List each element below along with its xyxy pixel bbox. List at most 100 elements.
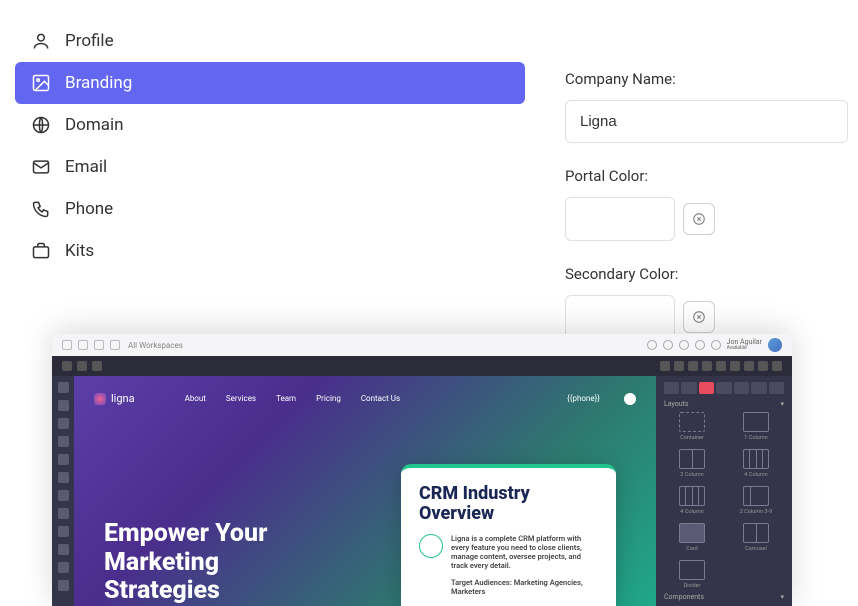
rail-icon[interactable] [58,454,69,465]
tool-icon[interactable] [758,361,768,371]
site-logo[interactable]: ligna [94,392,135,405]
nav-label: Profile [65,31,114,51]
workspace-label[interactable]: All Workspaces [128,341,183,350]
layout-2col-39[interactable]: 2 Column 3-9 [728,486,784,515]
tool-icon[interactable] [674,361,684,371]
clear-secondary-color-button[interactable] [683,301,715,333]
rail-icon[interactable] [58,382,69,393]
nav-link-about[interactable]: About [185,394,206,403]
sidebar-item-email[interactable]: Email [15,146,525,188]
rail-icon[interactable] [58,580,69,591]
tablet-icon[interactable] [77,361,87,371]
clear-portal-color-button[interactable] [683,203,715,235]
sidebar-item-branding[interactable]: Branding [15,62,525,104]
rail-icon[interactable] [58,526,69,537]
layout-card[interactable]: Card [664,523,720,552]
rail-icon[interactable] [58,472,69,483]
portal-color-group: Portal Color: [565,167,848,241]
layout-container[interactable]: Container [664,412,720,441]
sidebar-item-kits[interactable]: Kits [15,230,525,272]
tool-icon[interactable] [772,361,782,371]
portal-color-input[interactable] [565,197,675,241]
nav-link-contact[interactable]: Contact Us [361,394,400,403]
secondary-color-group: Secondary Color: [565,265,848,339]
phone-badge-icon[interactable] [624,393,636,405]
tool-icon[interactable] [660,361,670,371]
image-icon [31,73,51,93]
tb-right-icon[interactable] [647,340,657,350]
left-tool-rail [52,376,74,606]
tb-icon[interactable] [94,340,104,350]
rail-icon[interactable] [58,508,69,519]
nav-label: Kits [65,241,94,261]
nav-label: Phone [65,199,113,219]
phone-placeholder: {{phone}} [567,394,600,403]
briefcase-icon [31,241,51,261]
desktop-icon[interactable] [62,361,72,371]
tool-icon[interactable] [744,361,754,371]
tb-icon[interactable] [62,340,72,350]
company-name-input[interactable] [565,100,848,143]
sidebar-item-phone[interactable]: Phone [15,188,525,230]
rpanel-tab-active[interactable] [699,382,714,394]
nav-link-services[interactable]: Services [226,394,256,403]
rail-icon[interactable] [58,490,69,501]
secondary-color-label: Secondary Color: [565,265,848,283]
layout-4col-b[interactable]: 4 Column [664,486,720,515]
rpanel-tab[interactable] [751,382,766,394]
nav-label: Email [65,157,107,177]
layout-4col[interactable]: 4 Column [728,449,784,478]
rail-icon[interactable] [58,436,69,447]
tb-right-icon[interactable] [663,340,673,350]
rpanel-tabs [664,382,784,394]
logo-text: ligna [111,392,135,405]
tool-icon[interactable] [702,361,712,371]
card-title: CRM Industry Overview [419,484,598,524]
tool-icon[interactable] [716,361,726,371]
mobile-icon[interactable] [92,361,102,371]
sidebar-item-profile[interactable]: Profile [15,20,525,62]
rpanel-tab[interactable] [716,382,731,394]
rpanel-tab[interactable] [734,382,749,394]
company-name-label: Company Name: [565,70,848,88]
components-label: Components▾ [664,593,784,601]
rpanel-tab[interactable] [769,382,784,394]
layout-carousel[interactable]: Carousel [728,523,784,552]
secondary-color-input[interactable] [565,295,675,339]
company-name-group: Company Name: [565,70,848,143]
nav-link-team[interactable]: Team [276,394,296,403]
avatar[interactable] [768,338,782,352]
card-target: Target Audiences: Marketing Agencies, Ma… [451,578,598,596]
form-panel: Company Name: Portal Color: Secondary Co… [565,20,858,363]
rpanel-tab[interactable] [681,382,696,394]
layouts-label: Layouts▾ [664,400,784,408]
hero-line2: Marketing [104,549,267,578]
globe-icon [31,115,51,135]
layout-2col[interactable]: 2 Column [664,449,720,478]
rail-icon[interactable] [58,418,69,429]
settings-sidebar: Profile Branding Domain Email Phone Kits [15,20,525,363]
hero-line3: Strategies [104,577,267,606]
nav-link-pricing[interactable]: Pricing [316,394,341,403]
layout-1col[interactable]: 1 Column [728,412,784,441]
tb-icon[interactable] [110,340,120,350]
tool-icon[interactable] [688,361,698,371]
tool-icon[interactable] [730,361,740,371]
tb-right-icon[interactable] [711,340,721,350]
layouts-grid: Container 1 Column 2 Column 4 Column 4 C… [664,412,784,589]
rail-icon[interactable] [58,562,69,573]
editor-canvas[interactable]: ligna About Services Team Pricing Contac… [74,376,656,606]
rpanel-tab[interactable] [664,382,679,394]
tb-right-icon[interactable] [679,340,689,350]
rocket-icon [419,534,443,558]
tb-right-icon[interactable] [695,340,705,350]
layout-divider[interactable]: Divider [664,560,720,589]
rail-icon[interactable] [58,400,69,411]
sidebar-item-domain[interactable]: Domain [15,104,525,146]
device-toggles [62,361,102,371]
toolbar-actions [660,361,782,371]
rail-icon[interactable] [58,544,69,555]
tb-icon[interactable] [78,340,88,350]
editor-toolbar [52,356,792,376]
right-panel: Layouts▾ Container 1 Column 2 Column 4 C… [656,376,792,606]
